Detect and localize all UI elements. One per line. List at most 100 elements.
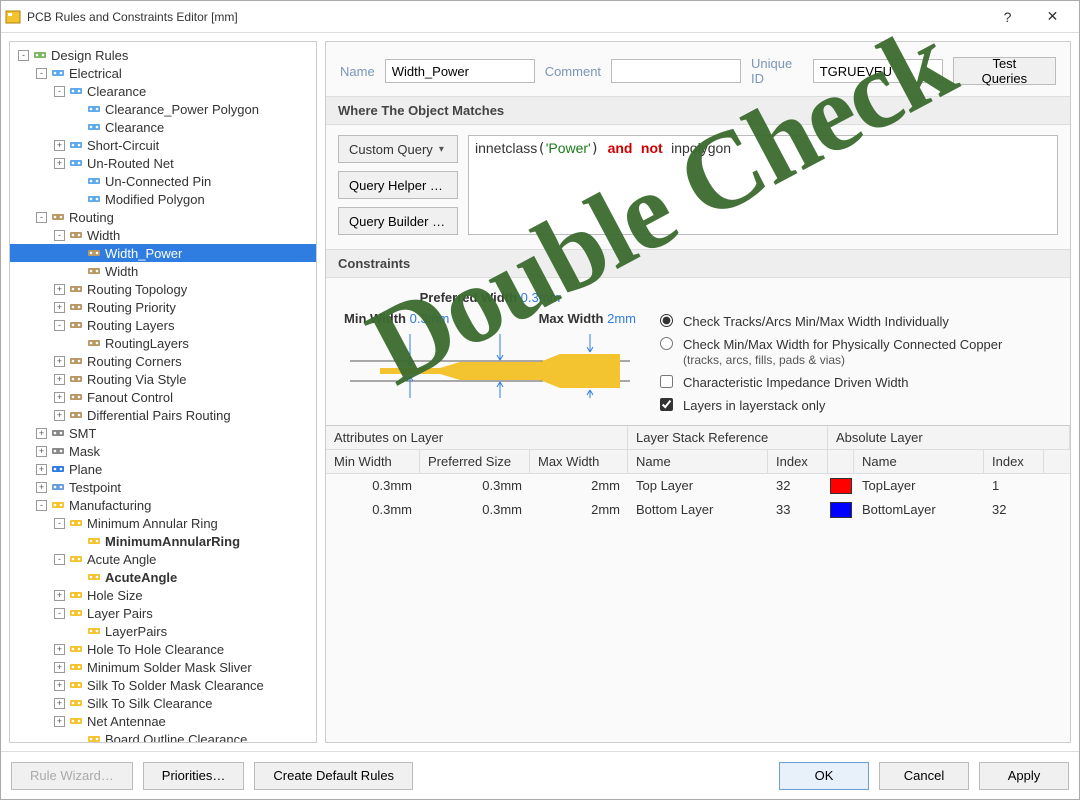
match-type-dropdown[interactable]: Custom Query — [338, 135, 458, 163]
comment-input[interactable] — [611, 59, 741, 83]
tree-item-routing-via-style[interactable]: +Routing Via Style — [10, 370, 316, 388]
expand-icon[interactable]: - — [54, 86, 65, 97]
tree-item-width[interactable]: Width — [10, 262, 316, 280]
cancel-button[interactable]: Cancel — [879, 762, 969, 790]
uid-input[interactable] — [813, 59, 943, 83]
expand-icon[interactable]: + — [36, 428, 47, 439]
query-text[interactable]: innetclass('Power') and not inpolygon — [468, 135, 1058, 235]
col-header[interactable]: Index — [984, 450, 1044, 473]
tree-item-silk-to-silk-clearance[interactable]: +Silk To Silk Clearance — [10, 694, 316, 712]
table-row[interactable]: 0.3mm0.3mm2mmBottom Layer33BottomLayer32 — [326, 498, 1070, 522]
expand-icon[interactable]: - — [54, 230, 65, 241]
close-button[interactable]: ✕ — [1030, 2, 1075, 32]
priorities-button[interactable]: Priorities… — [143, 762, 245, 790]
test-queries-button[interactable]: Test Queries — [953, 57, 1056, 85]
expand-icon[interactable]: + — [54, 590, 65, 601]
tree-item-manufacturing[interactable]: -Manufacturing — [10, 496, 316, 514]
expand-icon[interactable]: + — [36, 482, 47, 493]
expand-icon[interactable]: - — [36, 500, 47, 511]
expand-icon[interactable]: + — [54, 392, 65, 403]
tree-item-short-circuit[interactable]: +Short-Circuit — [10, 136, 316, 154]
tree-item-net-antennae[interactable]: +Net Antennae — [10, 712, 316, 730]
tree-item-clearance[interactable]: -Clearance — [10, 82, 316, 100]
window-title: PCB Rules and Constraints Editor [mm] — [27, 10, 985, 24]
tree-item-silk-to-solder-mask-clearance[interactable]: +Silk To Solder Mask Clearance — [10, 676, 316, 694]
radio-connected-copper[interactable]: Check Min/Max Width for Physically Conne… — [660, 337, 1002, 367]
tree-item-minimumannularring[interactable]: MinimumAnnularRing — [10, 532, 316, 550]
expand-icon[interactable]: + — [54, 680, 65, 691]
tree-item-layer-pairs[interactable]: -Layer Pairs — [10, 604, 316, 622]
tree-item-plane[interactable]: +Plane — [10, 460, 316, 478]
expand-icon[interactable]: + — [54, 716, 65, 727]
tree-item-design-rules[interactable]: -Design Rules — [10, 46, 316, 64]
tree-item-routing-priority[interactable]: +Routing Priority — [10, 298, 316, 316]
tree-item-routing-topology[interactable]: +Routing Topology — [10, 280, 316, 298]
tree-item-layerpairs[interactable]: LayerPairs — [10, 622, 316, 640]
expand-icon[interactable]: + — [54, 302, 65, 313]
query-builder-button[interactable]: Query Builder … — [338, 207, 458, 235]
expand-icon[interactable]: - — [18, 50, 29, 61]
expand-icon[interactable]: - — [54, 554, 65, 565]
col-header[interactable]: Preferred Size — [420, 450, 530, 473]
tree-item-board-outline-clearance[interactable]: Board Outline Clearance — [10, 730, 316, 743]
tree-item-hole-to-hole-clearance[interactable]: +Hole To Hole Clearance — [10, 640, 316, 658]
tree-item-routing[interactable]: -Routing — [10, 208, 316, 226]
create-default-rules-button[interactable]: Create Default Rules — [254, 762, 413, 790]
expand-icon[interactable]: + — [54, 644, 65, 655]
tree-item-modified-polygon[interactable]: Modified Polygon — [10, 190, 316, 208]
col-header[interactable]: Max Width — [530, 450, 628, 473]
expand-icon[interactable]: + — [54, 662, 65, 673]
col-header[interactable]: Name — [628, 450, 768, 473]
tree-item-testpoint[interactable]: +Testpoint — [10, 478, 316, 496]
tree-item-clearance[interactable]: Clearance — [10, 118, 316, 136]
check-layerstack-only[interactable]: Layers in layerstack only — [660, 398, 1002, 413]
col-header[interactable] — [828, 450, 854, 473]
expand-icon[interactable]: + — [54, 284, 65, 295]
col-header[interactable]: Min Width — [326, 450, 420, 473]
tree-item-minimum-solder-mask-sliver[interactable]: +Minimum Solder Mask Sliver — [10, 658, 316, 676]
layer-table[interactable]: Attributes on Layer Layer Stack Referenc… — [326, 425, 1070, 522]
tree-item-mask[interactable]: +Mask — [10, 442, 316, 460]
rules-tree-panel[interactable]: -Design Rules-Electrical-ClearanceCleara… — [9, 41, 317, 743]
ok-button[interactable]: OK — [779, 762, 869, 790]
expand-icon[interactable]: - — [54, 518, 65, 529]
expand-icon[interactable]: + — [54, 374, 65, 385]
expand-icon[interactable]: + — [54, 140, 65, 151]
tree-item-routinglayers[interactable]: RoutingLayers — [10, 334, 316, 352]
tree-item-acute-angle[interactable]: -Acute Angle — [10, 550, 316, 568]
expand-icon[interactable]: + — [54, 356, 65, 367]
expand-icon[interactable]: + — [36, 464, 47, 475]
expand-icon[interactable]: - — [54, 320, 65, 331]
tree-item-smt[interactable]: +SMT — [10, 424, 316, 442]
tree-item-clearance-power-polygon[interactable]: Clearance_Power Polygon — [10, 100, 316, 118]
apply-button[interactable]: Apply — [979, 762, 1069, 790]
tree-item-acuteangle[interactable]: AcuteAngle — [10, 568, 316, 586]
expand-icon[interactable]: + — [54, 410, 65, 421]
query-helper-button[interactable]: Query Helper … — [338, 171, 458, 199]
tree-item-un-routed-net[interactable]: +Un-Routed Net — [10, 154, 316, 172]
expand-icon[interactable]: + — [54, 158, 65, 169]
tree-item-differential-pairs-routing[interactable]: +Differential Pairs Routing — [10, 406, 316, 424]
table-row[interactable]: 0.3mm0.3mm2mmTop Layer32TopLayer1 — [326, 474, 1070, 498]
check-impedance[interactable]: Characteristic Impedance Driven Width — [660, 375, 1002, 390]
tree-item-routing-layers[interactable]: -Routing Layers — [10, 316, 316, 334]
expand-icon[interactable]: - — [54, 608, 65, 619]
col-header[interactable]: Index — [768, 450, 828, 473]
expand-icon[interactable]: + — [54, 698, 65, 709]
tree-item-minimum-annular-ring[interactable]: -Minimum Annular Ring — [10, 514, 316, 532]
tree-item-un-connected-pin[interactable]: Un-Connected Pin — [10, 172, 316, 190]
expand-icon[interactable]: + — [36, 446, 47, 457]
tree-item-electrical[interactable]: -Electrical — [10, 64, 316, 82]
name-input[interactable] — [385, 59, 535, 83]
help-button[interactable]: ? — [985, 2, 1030, 32]
tree-item-routing-corners[interactable]: +Routing Corners — [10, 352, 316, 370]
expand-icon[interactable]: - — [36, 68, 47, 79]
radio-individual[interactable]: Check Tracks/Arcs Min/Max Width Individu… — [660, 314, 1002, 329]
tree-item-hole-size[interactable]: +Hole Size — [10, 586, 316, 604]
tree-item-width[interactable]: -Width — [10, 226, 316, 244]
tree-item-fanout-control[interactable]: +Fanout Control — [10, 388, 316, 406]
col-header[interactable]: Name — [854, 450, 984, 473]
tree-item-width-power[interactable]: Width_Power — [10, 244, 316, 262]
rule-wizard-button[interactable]: Rule Wizard… — [11, 762, 133, 790]
expand-icon[interactable]: - — [36, 212, 47, 223]
